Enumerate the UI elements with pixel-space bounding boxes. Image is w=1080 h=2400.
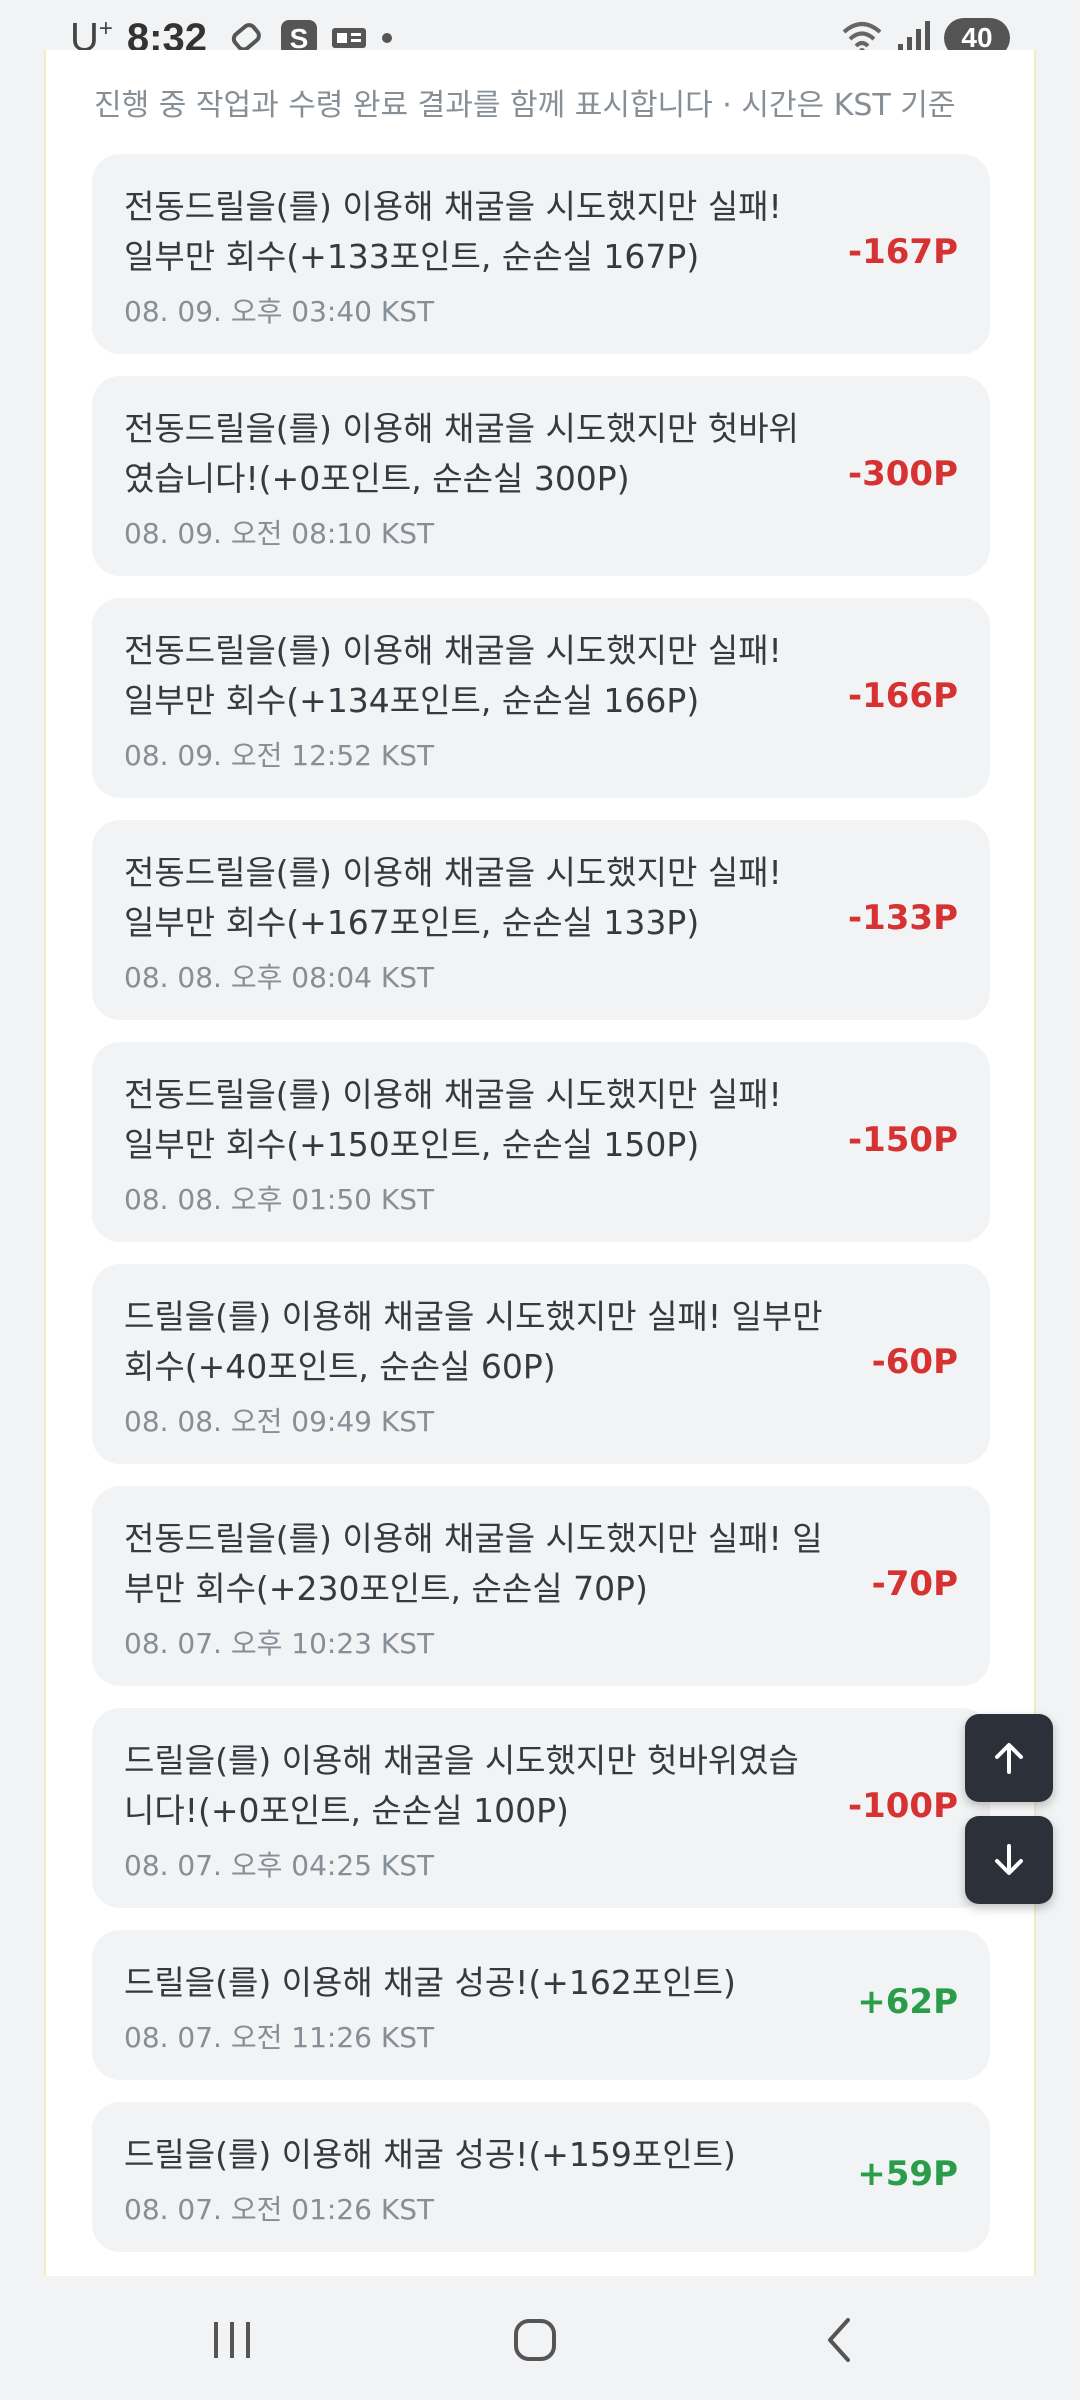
history-item: 전동드릴을(를) 이용해 채굴을 시도했지만 실패! 일부만 회수(+230포인…: [92, 1486, 990, 1686]
history-item-amount: -166P: [847, 676, 958, 716]
notification-dot-icon: [379, 30, 395, 46]
history-item-timestamp: 08. 08. 오후 01:50 KST: [124, 1183, 435, 1216]
history-item-timestamp: 08. 09. 오전 08:10 KST: [124, 517, 435, 550]
news-icon: [331, 24, 367, 52]
history-item-message: 드릴을(를) 이용해 채굴 성공!(+162포인트): [124, 1958, 824, 2008]
scroll-bottom-button[interactable]: [965, 1816, 1053, 1904]
back-button[interactable]: [800, 2310, 880, 2370]
home-button[interactable]: [495, 2310, 575, 2370]
history-item-timestamp: 08. 08. 오전 09:49 KST: [124, 1405, 435, 1438]
scroll-top-button[interactable]: [965, 1714, 1053, 1802]
message-line: 전동드릴을(를) 이용해 채굴을 시도했지만 실패!: [124, 631, 782, 670]
history-item-message: 전동드릴을(를) 이용해 채굴을 시도했지만 실패! 일부만 회수(+230포인…: [124, 1514, 824, 1614]
history-item-amount: -100P: [847, 1786, 958, 1826]
history-item: 전동드릴을(를) 이용해 채굴을 시도했지만 실패! 일부만 회수(+167포인트…: [92, 820, 990, 1020]
history-item-timestamp: 08. 07. 오후 04:25 KST: [124, 1849, 435, 1882]
history-item-amount: -133P: [847, 898, 958, 938]
history-item: 전동드릴을(를) 이용해 채굴을 시도했지만 실패! 일부만 회수(+133포인트…: [92, 154, 990, 354]
history-item-message: 전동드릴을(를) 이용해 채굴을 시도했지만 실패! 일부만 회수(+134포인트…: [124, 626, 824, 726]
history-item-message: 전동드릴을(를) 이용해 채굴을 시도했지만 헛바위였습니다!(+0포인트, 순…: [124, 404, 824, 504]
history-item-amount: -60P: [871, 1342, 958, 1382]
home-icon: [514, 2319, 556, 2361]
history-item-timestamp: 08. 07. 오전 01:26 KST: [124, 2193, 435, 2226]
message-line: 드릴을(를) 이용해 채굴을 시도했지만 실패! 일부만: [124, 1297, 823, 1336]
message-line: 회수(+40포인트, 순손실 60P): [124, 1347, 556, 1386]
history-item-amount: -150P: [847, 1120, 958, 1160]
back-icon: [828, 2318, 850, 2362]
message-line: 일부만 회수(+167포인트, 순손실 133P): [124, 903, 700, 942]
message-line: 드릴을(를) 이용해 채굴을 시도했지만 헛바위였습: [124, 1741, 799, 1780]
message-line: 전동드릴을(를) 이용해 채굴을 시도했지만 실패!: [124, 1075, 782, 1114]
message-line: 일부만 회수(+150포인트, 순손실 150P): [124, 1125, 700, 1164]
history-item-amount: +62P: [857, 1982, 958, 2022]
history-item-amount: -300P: [847, 454, 958, 494]
recent-apps-button[interactable]: [192, 2310, 272, 2370]
history-panel: 진행 중 작업과 수령 완료 결과를 함께 표시합니다 · 시간은 KST 기준…: [44, 50, 1036, 2276]
history-item: 드릴을(를) 이용해 채굴 성공!(+162포인트) 08. 07. 오전 11:…: [92, 1930, 990, 2080]
message-line: 드릴을(를) 이용해 채굴 성공!(+159포인트): [124, 2135, 736, 2174]
history-item-timestamp: 08. 08. 오후 08:04 KST: [124, 961, 435, 994]
message-line: 전동드릴을(를) 이용해 채굴을 시도했지만 실패! 일: [124, 1519, 823, 1558]
system-nav-bar: [0, 2276, 1080, 2400]
message-line: 전동드릴을(를) 이용해 채굴을 시도했지만 실패!: [124, 853, 782, 892]
history-item-amount: -167P: [847, 232, 958, 272]
history-item-message: 전동드릴을(를) 이용해 채굴을 시도했지만 실패! 일부만 회수(+150포인트…: [124, 1070, 824, 1170]
history-item-timestamp: 08. 09. 오후 03:40 KST: [124, 295, 435, 328]
message-line: 였습니다!(+0포인트, 순손실 300P): [124, 459, 630, 498]
history-item: 전동드릴을(를) 이용해 채굴을 시도했지만 실패! 일부만 회수(+134포인트…: [92, 598, 990, 798]
recent-apps-icon: [214, 2322, 250, 2358]
message-line: 전동드릴을(를) 이용해 채굴을 시도했지만 헛바위: [124, 409, 799, 448]
message-line: 일부만 회수(+134포인트, 순손실 166P): [124, 681, 700, 720]
history-item: 전동드릴을(를) 이용해 채굴을 시도했지만 실패! 일부만 회수(+150포인트…: [92, 1042, 990, 1242]
history-item-timestamp: 08. 07. 오후 10:23 KST: [124, 1627, 435, 1660]
history-item-message: 드릴을(를) 이용해 채굴을 시도했지만 실패! 일부만회수(+40포인트, 순…: [124, 1292, 824, 1392]
history-item: 드릴을(를) 이용해 채굴을 시도했지만 실패! 일부만회수(+40포인트, 순…: [92, 1264, 990, 1464]
message-line: 전동드릴을(를) 이용해 채굴을 시도했지만 실패!: [124, 187, 782, 226]
history-item-amount: +59P: [857, 2154, 958, 2194]
message-line: 부만 회수(+230포인트, 순손실 70P): [124, 1569, 648, 1608]
history-item-message: 드릴을(를) 이용해 채굴을 시도했지만 헛바위였습니다!(+0포인트, 순손실…: [124, 1736, 824, 1836]
history-item-message: 드릴을(를) 이용해 채굴 성공!(+159포인트): [124, 2130, 824, 2180]
message-line: 드릴을(를) 이용해 채굴 성공!(+162포인트): [124, 1963, 736, 2002]
history-item: 드릴을(를) 이용해 채굴 성공!(+159포인트) 08. 07. 오전 01:…: [92, 2102, 990, 2252]
history-item-timestamp: 08. 07. 오전 11:26 KST: [124, 2021, 435, 2054]
history-item-amount: -70P: [871, 1564, 958, 1604]
history-item: 전동드릴을(를) 이용해 채굴을 시도했지만 헛바위였습니다!(+0포인트, 순…: [92, 376, 990, 576]
message-line: 일부만 회수(+133포인트, 순손실 167P): [124, 237, 700, 276]
history-item-message: 전동드릴을(를) 이용해 채굴을 시도했지만 실패! 일부만 회수(+133포인트…: [124, 182, 824, 282]
history-item-message: 전동드릴을(를) 이용해 채굴을 시도했지만 실패! 일부만 회수(+167포인트…: [124, 848, 824, 948]
history-item: 드릴을(를) 이용해 채굴을 시도했지만 헛바위였습니다!(+0포인트, 순손실…: [92, 1708, 990, 1908]
message-line: 니다!(+0포인트, 순손실 100P): [124, 1791, 569, 1830]
panel-subtitle: 진행 중 작업과 수령 완료 결과를 함께 표시합니다 · 시간은 KST 기준: [94, 88, 956, 123]
arrow-down-icon: [995, 1844, 1023, 1875]
history-item-timestamp: 08. 09. 오전 12:52 KST: [124, 739, 435, 772]
arrow-up-icon: [995, 1743, 1023, 1774]
